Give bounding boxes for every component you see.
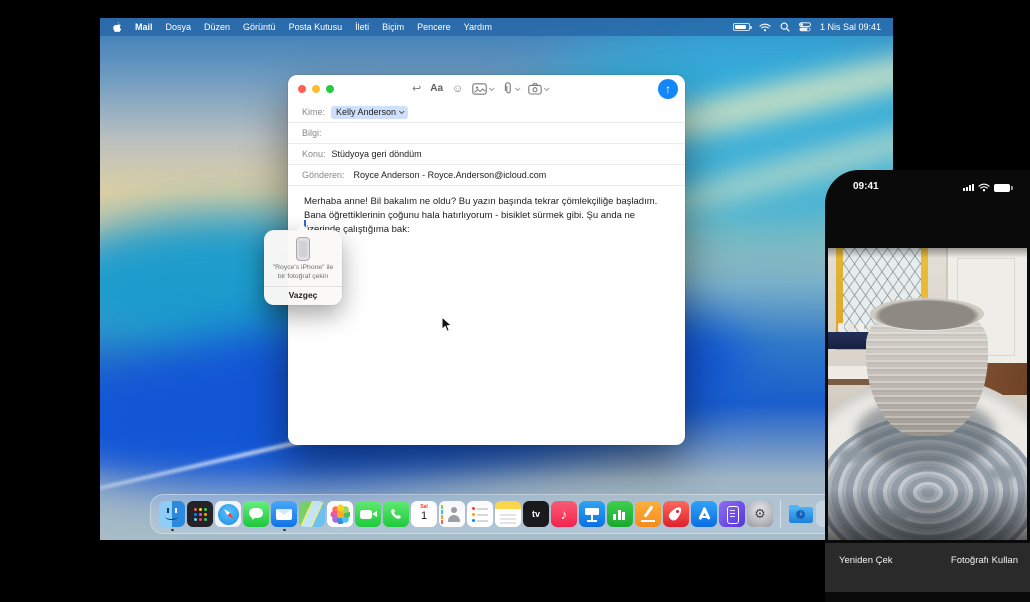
dock: Sal 1 tv ♪ ⚙ ↓	[150, 494, 844, 534]
use-photo-button[interactable]: Fotoğrafı Kullan	[951, 555, 1018, 566]
menu-bar-clock[interactable]: 1 Nis Sal 09:41	[820, 22, 881, 32]
cancel-button[interactable]: Vazgeç	[264, 287, 342, 304]
close-button[interactable]	[298, 85, 306, 93]
dock-phone-icon[interactable]	[383, 501, 409, 527]
dock-contacts-icon[interactable]	[439, 501, 465, 527]
dock-messages-icon[interactable]	[243, 501, 269, 527]
menu-item-ileti[interactable]: İleti	[355, 22, 369, 32]
iphone-status-bar: 09:41	[825, 170, 1030, 204]
screenshot-canvas: Mail Dosya Düzen Görüntü Posta Kutusu İl…	[0, 0, 1030, 602]
mail-running-indicator	[283, 529, 286, 532]
menu-item-bicim[interactable]: Biçim	[382, 22, 404, 32]
menu-item-mail[interactable]: Mail	[135, 22, 153, 32]
battery-icon	[994, 184, 1010, 192]
camera-action-bar: Yeniden Çek Fotoğrafı Kullan	[825, 543, 1030, 592]
calendar-day: 1	[411, 511, 437, 522]
subject-value: Stüdyoya geri döndüm	[332, 149, 422, 159]
retake-button[interactable]: Yeniden Çek	[839, 555, 893, 566]
menu-item-goruntu[interactable]: Görüntü	[243, 22, 276, 32]
send-button[interactable]: ↑	[658, 79, 678, 99]
emoji-button[interactable]: ☺	[452, 83, 463, 95]
wifi-icon	[978, 183, 990, 192]
wifi-icon[interactable]	[759, 23, 771, 32]
cc-field[interactable]: Bilgi:	[288, 123, 685, 144]
subject-field[interactable]: Konu: Stüdyoya geri döndüm	[288, 144, 685, 165]
clay-pot-rim	[870, 298, 984, 330]
recipient-token[interactable]: Kelly Anderson	[331, 106, 408, 119]
apple-menu-icon[interactable]	[112, 22, 122, 33]
dock-safari-icon[interactable]	[215, 501, 241, 527]
attach-button[interactable]	[502, 82, 519, 95]
dock-facetime-icon[interactable]	[355, 501, 381, 527]
from-value: Royce Anderson - Royce.Anderson@icloud.c…	[354, 170, 547, 180]
photo-top-shadow	[828, 248, 1027, 258]
iphone-clock: 09:41	[853, 181, 879, 192]
dock-tv-icon[interactable]: tv	[523, 501, 549, 527]
menu-item-posta-kutusu[interactable]: Posta Kutusu	[289, 22, 343, 32]
captured-photo-pottery-wheel	[828, 248, 1027, 540]
message-body[interactable]: Merhaba anne! Bil bakalım ne oldu? Bu ya…	[288, 186, 685, 245]
menu-item-pencere[interactable]: Pencere	[417, 22, 451, 32]
subject-label: Konu:	[302, 149, 326, 159]
menu-item-duzen[interactable]: Düzen	[204, 22, 230, 32]
insert-from-iphone-button[interactable]	[528, 83, 548, 95]
dock-photos-icon[interactable]	[327, 501, 353, 527]
minimize-button[interactable]	[312, 85, 320, 93]
from-field[interactable]: Gönderen: Royce Anderson - Royce.Anderso…	[288, 165, 685, 186]
compose-toolbar: ↩ Aa ☺ ↑	[288, 75, 685, 102]
mail-compose-window: ↩ Aa ☺ ↑ Kime: Kell	[288, 75, 685, 445]
continuity-camera-popup: "Royce's iPhone" ile bir fotoğraf çekin …	[264, 230, 342, 305]
dock-iphone-mirroring-icon[interactable]	[719, 501, 745, 527]
dock-mail-icon[interactable]	[271, 501, 297, 527]
clay-smudges	[838, 448, 868, 462]
cellular-signal-icon	[963, 184, 974, 192]
dock-settings-icon[interactable]: ⚙	[747, 501, 773, 527]
format-button[interactable]: Aa	[430, 83, 443, 94]
chevron-down-icon	[399, 108, 405, 114]
dock-notes-icon[interactable]	[495, 501, 521, 527]
dock-games-icon[interactable]	[663, 501, 689, 527]
spotlight-search-icon[interactable]	[780, 22, 790, 32]
dock-launchpad-icon[interactable]	[187, 501, 213, 527]
dock-downloads-icon[interactable]: ↓	[788, 501, 814, 527]
dock-divider	[780, 500, 781, 528]
iphone-icon	[296, 237, 310, 261]
dock-calendar-icon[interactable]: Sal 1	[411, 501, 437, 527]
photo-browser-button[interactable]	[472, 83, 493, 95]
popup-message: "Royce's iPhone" ile bir fotoğraf çekin	[264, 264, 342, 282]
control-center-icon[interactable]	[799, 22, 811, 32]
menu-item-dosya[interactable]: Dosya	[166, 22, 192, 32]
from-label: Gönderen:	[302, 170, 345, 180]
menu-item-yardim[interactable]: Yardım	[464, 22, 492, 32]
cc-label: Bilgi:	[302, 128, 322, 138]
dock-keynote-icon[interactable]	[579, 501, 605, 527]
to-label: Kime:	[302, 107, 325, 117]
menu-bar: Mail Dosya Düzen Görüntü Posta Kutusu İl…	[100, 18, 893, 36]
dock-music-icon[interactable]: ♪	[551, 501, 577, 527]
table-ledge	[828, 366, 870, 379]
dock-numbers-icon[interactable]	[607, 501, 633, 527]
dock-finder-icon[interactable]	[159, 501, 185, 527]
zoom-button[interactable]	[326, 85, 334, 93]
dock-reminders-icon[interactable]	[467, 501, 493, 527]
iphone-screen: 09:41	[825, 170, 1030, 602]
undo-button[interactable]: ↩	[412, 82, 421, 95]
photo-bottom-shadow	[828, 488, 1027, 540]
to-field[interactable]: Kime: Kelly Anderson	[288, 102, 685, 123]
dock-maps-icon[interactable]	[299, 501, 325, 527]
dock-appstore-icon[interactable]	[691, 501, 717, 527]
battery-icon[interactable]	[733, 23, 750, 31]
finder-running-indicator	[171, 529, 174, 532]
mouse-cursor	[441, 316, 453, 338]
dock-pages-icon[interactable]	[635, 501, 661, 527]
